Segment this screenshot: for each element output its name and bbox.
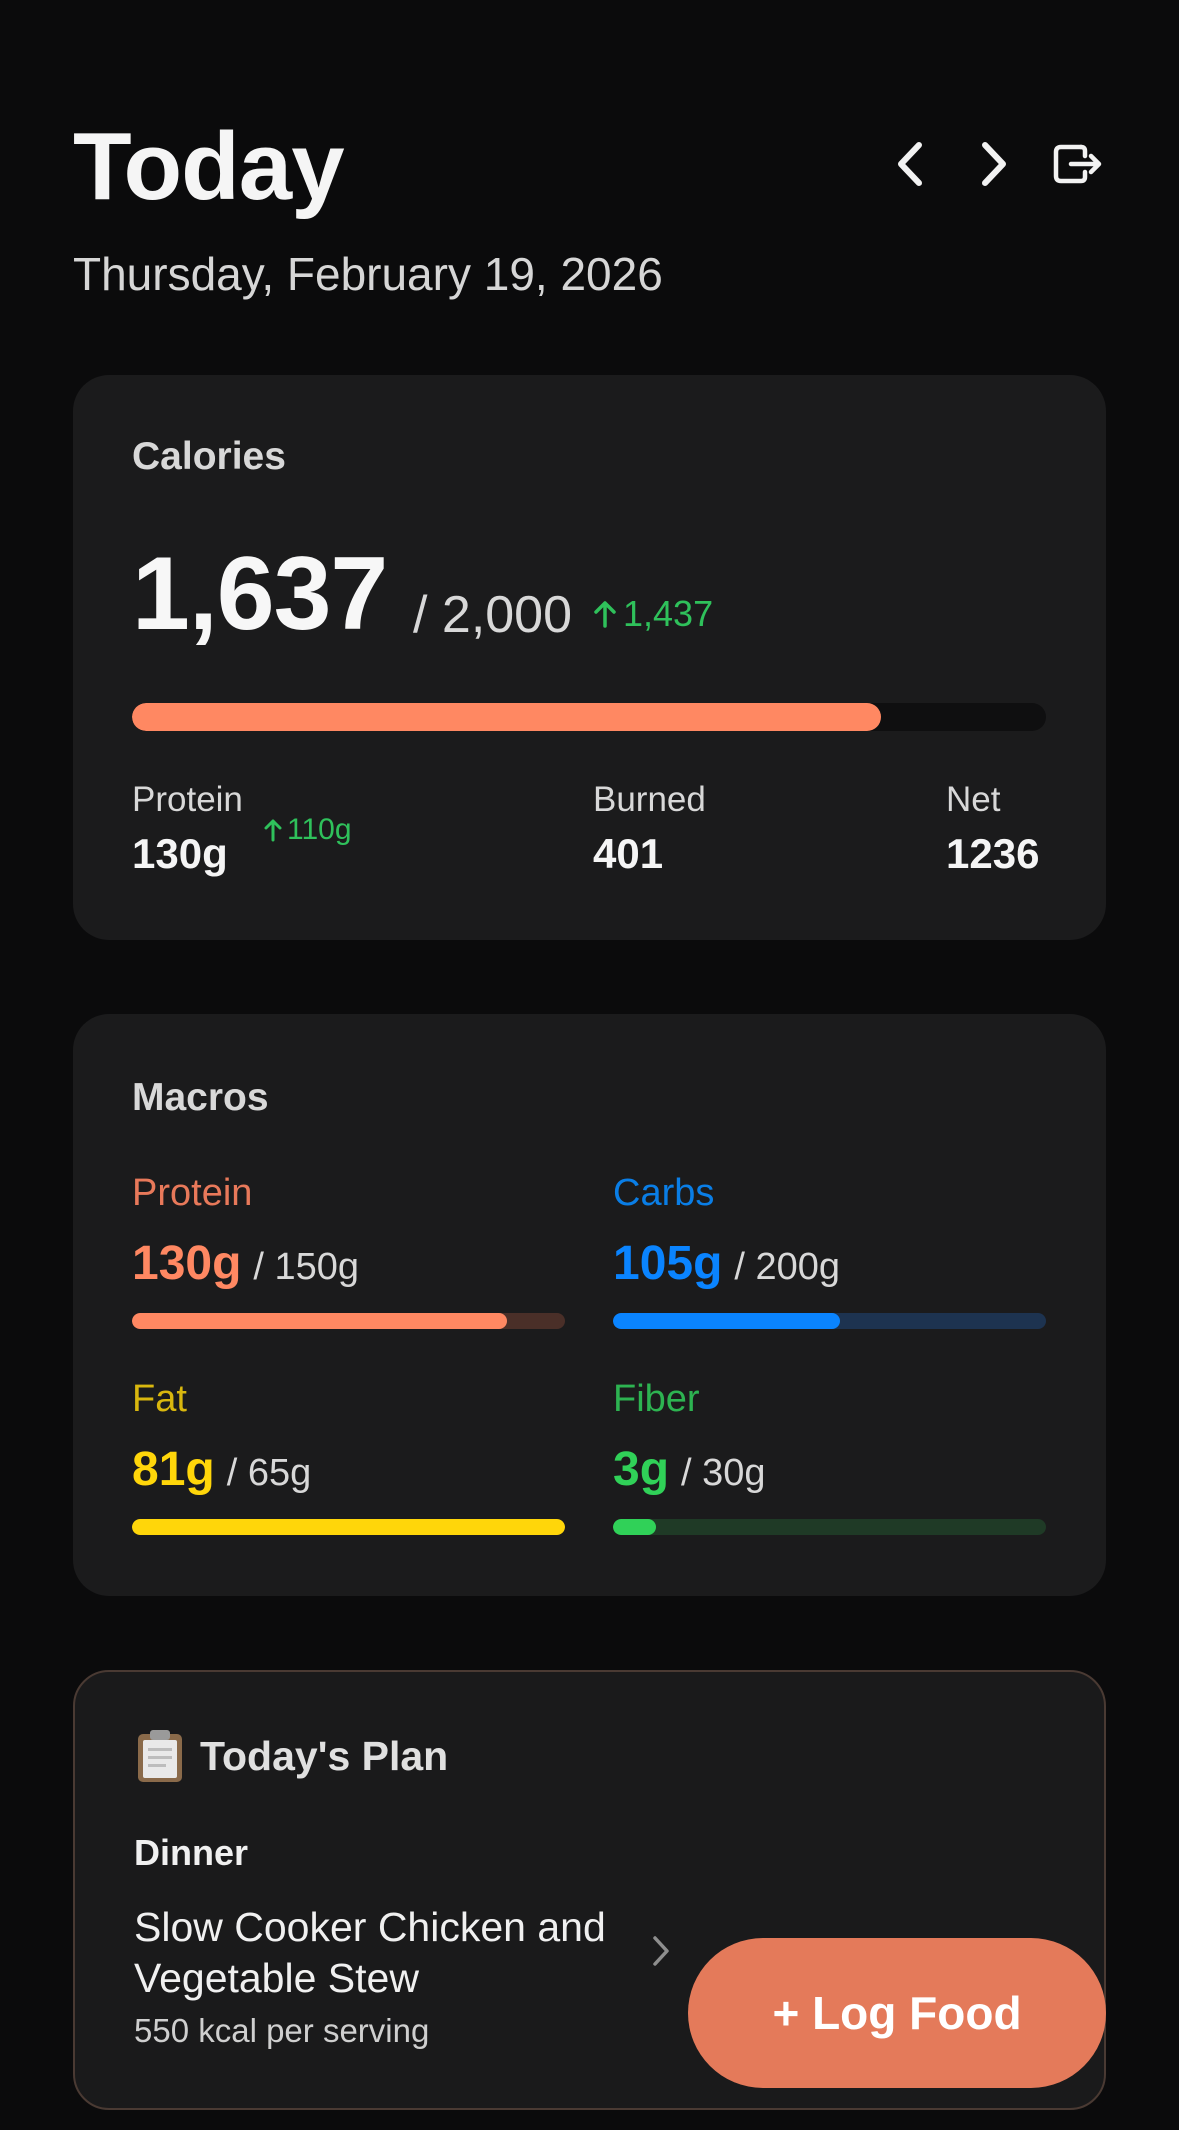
macro-carbs-value: 105g	[613, 1237, 723, 1290]
net-stat-label: Net	[946, 780, 1001, 819]
log-food-button[interactable]: + Log Food	[688, 1938, 1106, 2088]
arrow-up-icon	[264, 819, 282, 842]
macro-protein-fill	[132, 1313, 508, 1329]
calories-progress-fill	[132, 703, 882, 731]
protein-stat-value: 130g	[132, 830, 228, 877]
meal-name: Slow Cooker Chicken and Vegetable Stew	[134, 1904, 606, 2001]
macro-fat-goal: / 65g	[226, 1452, 312, 1494]
macro-fiber-goal: / 30g	[681, 1452, 766, 1494]
page-header: Today Thursday, February 19, 2026	[73, 112, 1106, 312]
chevron-right-icon	[982, 142, 1006, 186]
previous-day-button[interactable]	[882, 136, 938, 192]
protein-stat-label: Protein	[132, 780, 243, 819]
macro-fiber-values: 3g / 30g	[613, 1442, 766, 1497]
chevron-right-icon	[653, 1936, 669, 1966]
macro-protein-name: Protein	[132, 1172, 253, 1214]
macro-carbs-name: Carbs	[613, 1172, 715, 1214]
macro-fat-fill	[132, 1519, 565, 1535]
next-day-button[interactable]	[966, 136, 1022, 192]
macros-card-title: Macros	[132, 1076, 269, 1119]
burned-stat-label: Burned	[593, 780, 706, 819]
macro-protein-value: 130g	[132, 1237, 242, 1290]
macro-protein-bar	[132, 1313, 565, 1329]
plan-title-text: Today's Plan	[200, 1732, 449, 1779]
macros-card: Macros Protein 130g / 150g Carbs 105g / …	[73, 1014, 1106, 1596]
date-label: Thursday, February 19, 2026	[73, 248, 663, 300]
header-actions	[882, 136, 1106, 192]
macro-protein-values: 130g / 150g	[132, 1236, 359, 1291]
macro-carbs-values: 105g / 200g	[613, 1236, 840, 1291]
macro-fiber-name: Fiber	[613, 1378, 700, 1420]
macro-fat-name: Fat	[132, 1378, 187, 1420]
page-title: Today	[73, 113, 345, 220]
chevron-left-icon	[898, 142, 922, 186]
macro-protein-goal: / 150g	[253, 1246, 360, 1288]
macro-carbs-goal: / 200g	[734, 1246, 841, 1288]
sign-out-icon	[1053, 144, 1102, 184]
macro-fiber-value: 3g	[613, 1443, 670, 1496]
clipboard-icon	[138, 1730, 182, 1782]
calories-progress-bar	[132, 703, 1046, 731]
macro-fat-values: 81g / 65g	[132, 1442, 311, 1497]
macro-fat-value: 81g	[132, 1443, 215, 1496]
protein-stat-delta: 110g	[263, 813, 352, 847]
macro-fiber-bar	[613, 1519, 1046, 1535]
meal-kcal: 550 kcal per serving	[134, 2012, 430, 2049]
calories-remaining: 1,437	[593, 593, 713, 635]
macro-fat-bar	[132, 1519, 565, 1535]
meal-type-label: Dinner	[134, 1832, 249, 1873]
plan-title: Today's Plan	[134, 1728, 448, 1784]
calories-consumed: 1,637	[132, 536, 388, 652]
calories-goal: / 2,000	[413, 586, 573, 644]
sign-out-button[interactable]	[1050, 136, 1106, 192]
burned-stat-value: 401	[593, 830, 664, 877]
calories-card: Calories 1,637 / 2,000 1,437 Protein 130…	[73, 375, 1106, 940]
macro-fiber-fill	[613, 1519, 657, 1535]
macro-carbs-fill	[613, 1313, 841, 1329]
arrow-up-icon	[594, 601, 616, 628]
net-stat-value: 1236	[946, 830, 1040, 877]
protein-delta-value: 110g	[287, 813, 352, 846]
calories-card-title: Calories	[132, 435, 286, 478]
calories-remaining-value: 1,437	[623, 593, 714, 634]
macro-carbs-bar	[613, 1313, 1046, 1329]
